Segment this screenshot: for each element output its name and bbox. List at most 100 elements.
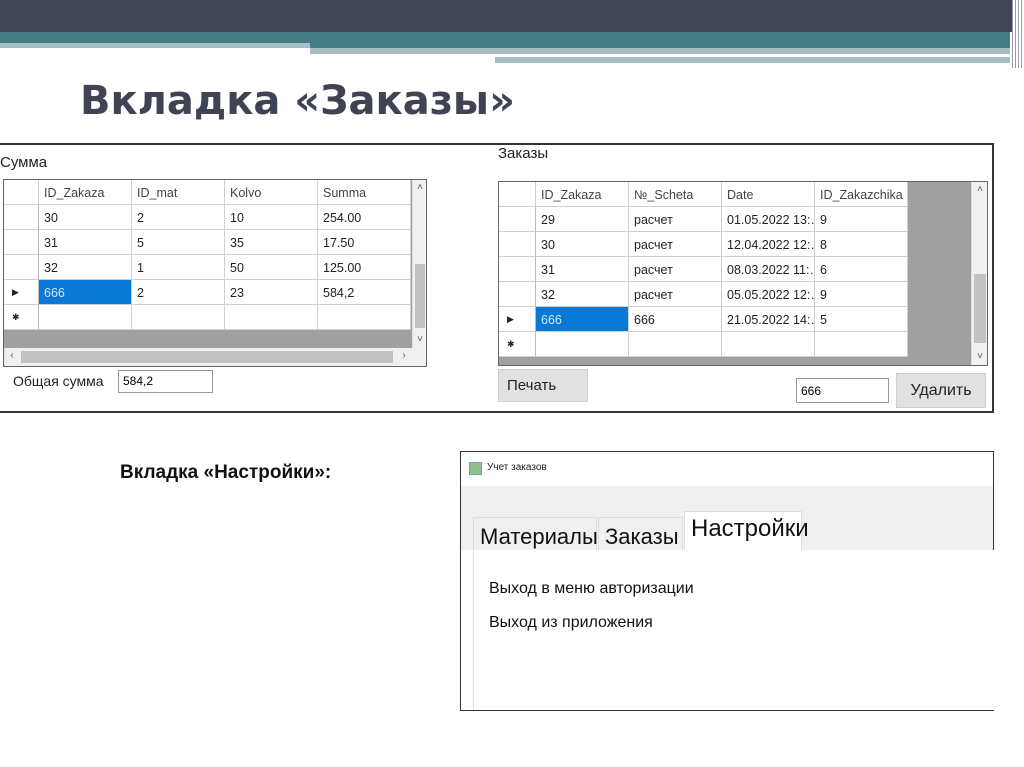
grid-cell[interactable]: 08.03.2022 11:… (722, 257, 815, 282)
window-titlebar: Учет заказов (461, 452, 993, 486)
column-header-№_scheta[interactable]: №_Scheta (629, 182, 722, 207)
grid-cell[interactable]: 32 (536, 282, 629, 307)
scroll-up-icon[interactable]: ˄ (413, 182, 426, 194)
new-row-icon[interactable]: ✱ (499, 332, 536, 357)
slide-accent-stripe (0, 43, 310, 48)
sum-grid[interactable]: ID_Zakaza ID_mat Kolvo Summa 30 2 10 254.00 31 5 3… (3, 179, 427, 367)
delete-id-field[interactable]: 666 (796, 378, 889, 403)
grid-cell[interactable] (815, 332, 908, 357)
grid-cell[interactable]: 30 (536, 232, 629, 257)
column-header-summa[interactable]: Summa (318, 180, 411, 205)
grid-cell[interactable] (722, 332, 815, 357)
logout-to-auth-link[interactable]: Выход в меню авторизации (489, 580, 694, 598)
scroll-left-icon[interactable]: ‹ (5, 350, 19, 364)
grid-cell[interactable]: 666 (39, 280, 132, 305)
row-header[interactable] (499, 207, 536, 232)
grid-cell[interactable]: 9 (815, 207, 908, 232)
grid-cell[interactable]: 254.00 (318, 205, 411, 230)
row-header[interactable] (4, 255, 39, 280)
vertical-scrollbar[interactable]: ˄ ˅ (412, 180, 426, 348)
grid-cell[interactable] (132, 305, 225, 330)
scroll-down-icon[interactable]: ˅ (413, 334, 426, 346)
slide-accent-stripe (310, 48, 1010, 54)
grid-cell[interactable]: 10 (225, 205, 318, 230)
grid-cell[interactable]: 21.05.2022 14:… (722, 307, 815, 332)
grid-cell[interactable]: 5 (815, 307, 908, 332)
tab-orders[interactable]: Заказы (598, 517, 683, 550)
app-icon (469, 462, 482, 475)
exit-app-link[interactable]: Выход из приложения (489, 614, 653, 632)
grid-cell[interactable]: 125.00 (318, 255, 411, 280)
grid-cell[interactable]: 8 (815, 232, 908, 257)
column-header-id_mat[interactable]: ID_mat (132, 180, 225, 205)
grid-cell[interactable]: 29 (536, 207, 629, 232)
grid-cell[interactable] (629, 332, 722, 357)
grid-cell[interactable]: 17.50 (318, 230, 411, 255)
grid-cell[interactable]: 5 (132, 230, 225, 255)
scrollbar-thumb[interactable] (974, 273, 986, 344)
grid-cell[interactable]: 23 (225, 280, 318, 305)
sum-group-label: Сумма (0, 154, 48, 171)
scroll-down-icon[interactable]: ˅ (972, 351, 987, 363)
orders-group-label: Заказы (498, 145, 549, 162)
grid-cell[interactable]: расчет (629, 207, 722, 232)
delete-button[interactable]: Удалить (896, 373, 986, 408)
row-header-corner (4, 180, 39, 205)
grid-cell[interactable]: 12.04.2022 12:… (722, 232, 815, 257)
row-header[interactable] (4, 205, 39, 230)
tab-materials[interactable]: Материалы (473, 517, 598, 550)
grid-cell[interactable]: 30 (39, 205, 132, 230)
row-header[interactable] (499, 282, 536, 307)
column-header-kolvo[interactable]: Kolvo (225, 180, 318, 205)
column-header-id_zakaza[interactable]: ID_Zakaza (39, 180, 132, 205)
slide-decoration-lines (1012, 0, 1024, 68)
row-header[interactable] (4, 230, 39, 255)
grid-cell[interactable]: 35 (225, 230, 318, 255)
orders-screenshot: Сумма ID_Zakaza ID_mat Kolvo Summa 30 2 10 254.… (0, 143, 994, 413)
orders-grid[interactable]: ID_Zakaza №_Scheta Date ID_Zakazchika 29 расч… (498, 181, 988, 366)
total-sum-field[interactable]: 584,2 (118, 370, 213, 393)
grid-cell[interactable]: 31 (39, 230, 132, 255)
row-header-corner (499, 182, 536, 207)
grid-cell[interactable] (39, 305, 132, 330)
column-header-id_zakaza[interactable]: ID_Zakaza (536, 182, 629, 207)
new-row-icon[interactable]: ✱ (4, 305, 39, 330)
current-row-icon[interactable]: ▶ (4, 280, 39, 305)
scroll-right-icon[interactable]: › (397, 350, 411, 364)
grid-cell[interactable]: 50 (225, 255, 318, 280)
grid-cell[interactable]: расчет (629, 232, 722, 257)
scrollbar-thumb[interactable] (21, 351, 393, 363)
grid-cell[interactable]: 666 (629, 307, 722, 332)
grid-cell[interactable] (536, 332, 629, 357)
grid-cell[interactable]: 9 (815, 282, 908, 307)
grid-cell[interactable]: 2 (132, 205, 225, 230)
settings-subtitle: Вкладка «Настройки»: (120, 462, 332, 483)
tab-settings[interactable]: Настройки (684, 511, 809, 551)
row-header[interactable] (499, 232, 536, 257)
grid-cell[interactable]: 31 (536, 257, 629, 282)
column-header-date[interactable]: Date (722, 182, 815, 207)
grid-cell[interactable]: 6 (815, 257, 908, 282)
grid-cell[interactable]: расчет (629, 282, 722, 307)
grid-cell[interactable]: 32 (39, 255, 132, 280)
vertical-scrollbar[interactable]: ˄ ˅ (971, 182, 987, 365)
grid-cell[interactable]: 584,2 (318, 280, 411, 305)
grid-cell[interactable] (225, 305, 318, 330)
scrollbar-thumb[interactable] (415, 264, 425, 328)
print-button[interactable]: Печать (498, 369, 588, 402)
current-row-icon[interactable]: ▶ (499, 307, 536, 332)
grid-cell[interactable]: 05.05.2022 12:… (722, 282, 815, 307)
slide-accent-stripe (495, 57, 1010, 63)
total-sum-label: Общая сумма (13, 373, 104, 389)
column-header-id_zakazchika[interactable]: ID_Zakazchika (815, 182, 908, 207)
grid-cell[interactable]: 01.05.2022 13:… (722, 207, 815, 232)
grid-cell[interactable]: 2 (132, 280, 225, 305)
grid-cell[interactable] (318, 305, 411, 330)
row-header[interactable] (499, 257, 536, 282)
scroll-up-icon[interactable]: ˄ (972, 184, 987, 196)
grid-cell[interactable]: 1 (132, 255, 225, 280)
horizontal-scrollbar[interactable]: ‹ › (4, 348, 426, 366)
grid-cell[interactable]: 666 (536, 307, 629, 332)
slide-header-band (0, 0, 1024, 32)
grid-cell[interactable]: расчет (629, 257, 722, 282)
